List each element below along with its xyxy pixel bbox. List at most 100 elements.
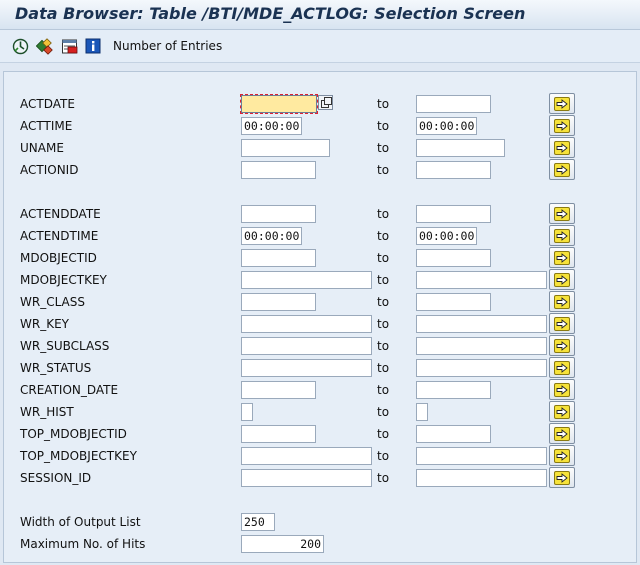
multiple-selection-button-actenddate[interactable] (549, 203, 575, 224)
arrow-right-icon (554, 404, 570, 419)
field-uname-from[interactable] (241, 139, 330, 157)
field-creation-date-from[interactable] (241, 381, 316, 399)
delete-row-icon[interactable] (60, 37, 78, 55)
field-session-id-to[interactable] (416, 469, 547, 487)
field-wr-status-from[interactable] (241, 359, 372, 377)
label-mdobjectkey: MDOBJECTKEY (20, 273, 107, 287)
arrow-right-icon (554, 96, 570, 111)
arrow-right-icon (554, 426, 570, 441)
multiple-selection-button-actendtime[interactable] (549, 225, 575, 246)
field-mdobjectid-from[interactable] (241, 249, 316, 267)
arrow-right-icon (554, 360, 570, 375)
field-actdate-from[interactable] (240, 94, 318, 114)
field-actendtime-from[interactable]: 00:00:00 (241, 227, 302, 245)
field-actdate-to[interactable] (416, 95, 491, 113)
multiple-selection-button-acttime[interactable] (549, 115, 575, 136)
to-label-top-mdobjectid: to (377, 427, 390, 441)
multiple-selection-button-top-mdobjectkey[interactable] (549, 445, 575, 466)
to-label-uname: to (377, 141, 390, 155)
arrow-right-icon (554, 206, 570, 221)
label-actendtime: ACTENDTIME (20, 229, 99, 243)
label-actdate: ACTDATE (20, 97, 75, 111)
multiple-selection-button-wr-subclass[interactable] (549, 335, 575, 356)
field-top-mdobjectkey-from[interactable] (241, 447, 372, 465)
field-actenddate-to[interactable] (416, 205, 491, 223)
label-actenddate: ACTENDDATE (20, 207, 101, 221)
field-mdobjectkey-to[interactable] (416, 271, 547, 289)
field-mdobjectid-to[interactable] (416, 249, 491, 267)
multiple-selection-button-session-id[interactable] (549, 467, 575, 488)
field-top-mdobjectid-from[interactable] (241, 425, 316, 443)
multiple-selection-button-top-mdobjectid[interactable] (549, 423, 575, 444)
multiple-selection-button-wr-hist[interactable] (549, 401, 575, 422)
arrow-right-icon (554, 250, 570, 265)
multiple-selection-button-uname[interactable] (549, 137, 575, 158)
field-top-mdobjectkey-to[interactable] (416, 447, 547, 465)
multiple-selection-button-wr-status[interactable] (549, 357, 575, 378)
field-wr-subclass-to[interactable] (416, 337, 547, 355)
arrow-right-icon (554, 118, 570, 133)
to-label-session-id: to (377, 471, 390, 485)
to-label-acttime: to (377, 119, 390, 133)
number-of-entries-button[interactable]: Number of Entries (113, 39, 222, 53)
value-help-icon[interactable] (318, 95, 333, 110)
title-bar: Data Browser: Table /BTI/MDE_ACTLOG: Sel… (0, 0, 640, 30)
label-session-id: SESSION_ID (20, 471, 92, 485)
field-actionid-from[interactable] (241, 161, 316, 179)
arrow-right-icon (554, 162, 570, 177)
field-actendtime-to[interactable]: 00:00:00 (416, 227, 477, 245)
label-wr-subclass: WR_SUBCLASS (20, 339, 110, 353)
field-wr-key-from[interactable] (241, 315, 372, 333)
field-top-mdobjectid-to[interactable] (416, 425, 491, 443)
multiple-selection-button-actionid[interactable] (549, 159, 575, 180)
selection-options-icon[interactable] (36, 37, 54, 55)
field-wr-hist-from[interactable] (241, 403, 253, 421)
to-label-creation-date: to (377, 383, 390, 397)
multiple-selection-button-mdobjectkey[interactable] (549, 269, 575, 290)
field-wr-class-to[interactable] (416, 293, 491, 311)
label-top-mdobjectid: TOP_MDOBJECTID (20, 427, 127, 441)
arrow-right-icon (554, 382, 570, 397)
label-acttime: ACTTIME (20, 119, 73, 133)
info-icon[interactable] (84, 37, 102, 55)
execute-icon[interactable] (11, 37, 29, 55)
multiple-selection-button-wr-key[interactable] (549, 313, 575, 334)
field-actionid-to[interactable] (416, 161, 491, 179)
label-uname: UNAME (20, 141, 64, 155)
field-session-id-from[interactable] (241, 469, 372, 487)
field-acttime-to[interactable]: 00:00:00 (416, 117, 477, 135)
to-label-actenddate: to (377, 207, 390, 221)
field-actenddate-from[interactable] (241, 205, 316, 223)
label-creation-date: CREATION_DATE (20, 383, 119, 397)
multiple-selection-button-wr-class[interactable] (549, 291, 575, 312)
to-label-wr-key: to (377, 317, 390, 331)
field-uname-to[interactable] (416, 139, 505, 157)
multiple-selection-button-mdobjectid[interactable] (549, 247, 575, 268)
arrow-right-icon (554, 228, 570, 243)
arrow-right-icon (554, 294, 570, 309)
label-wr-class: WR_CLASS (20, 295, 85, 309)
field-wr-subclass-from[interactable] (241, 337, 372, 355)
to-label-wr-subclass: to (377, 339, 390, 353)
field-creation-date-to[interactable] (416, 381, 491, 399)
field-mdobjectkey-from[interactable] (241, 271, 372, 289)
to-label-mdobjectid: to (377, 251, 390, 265)
arrow-right-icon (554, 470, 570, 485)
max-hits-field[interactable]: 200 (241, 535, 324, 553)
to-label-top-mdobjectkey: to (377, 449, 390, 463)
output-width-field[interactable]: 250 (241, 513, 275, 531)
arrow-right-icon (554, 448, 570, 463)
label-top-mdobjectkey: TOP_MDOBJECTKEY (20, 449, 137, 463)
field-wr-key-to[interactable] (416, 315, 547, 333)
application-toolbar: Number of Entries (0, 30, 640, 63)
field-wr-hist-to[interactable] (416, 403, 428, 421)
multiple-selection-button-actdate[interactable] (549, 93, 575, 114)
field-wr-status-to[interactable] (416, 359, 547, 377)
to-label-wr-status: to (377, 361, 390, 375)
arrow-right-icon (554, 338, 570, 353)
field-acttime-from[interactable]: 00:00:00 (241, 117, 302, 135)
multiple-selection-button-creation-date[interactable] (549, 379, 575, 400)
label-wr-status: WR_STATUS (20, 361, 92, 375)
field-wr-class-from[interactable] (241, 293, 316, 311)
arrow-right-icon (554, 272, 570, 287)
